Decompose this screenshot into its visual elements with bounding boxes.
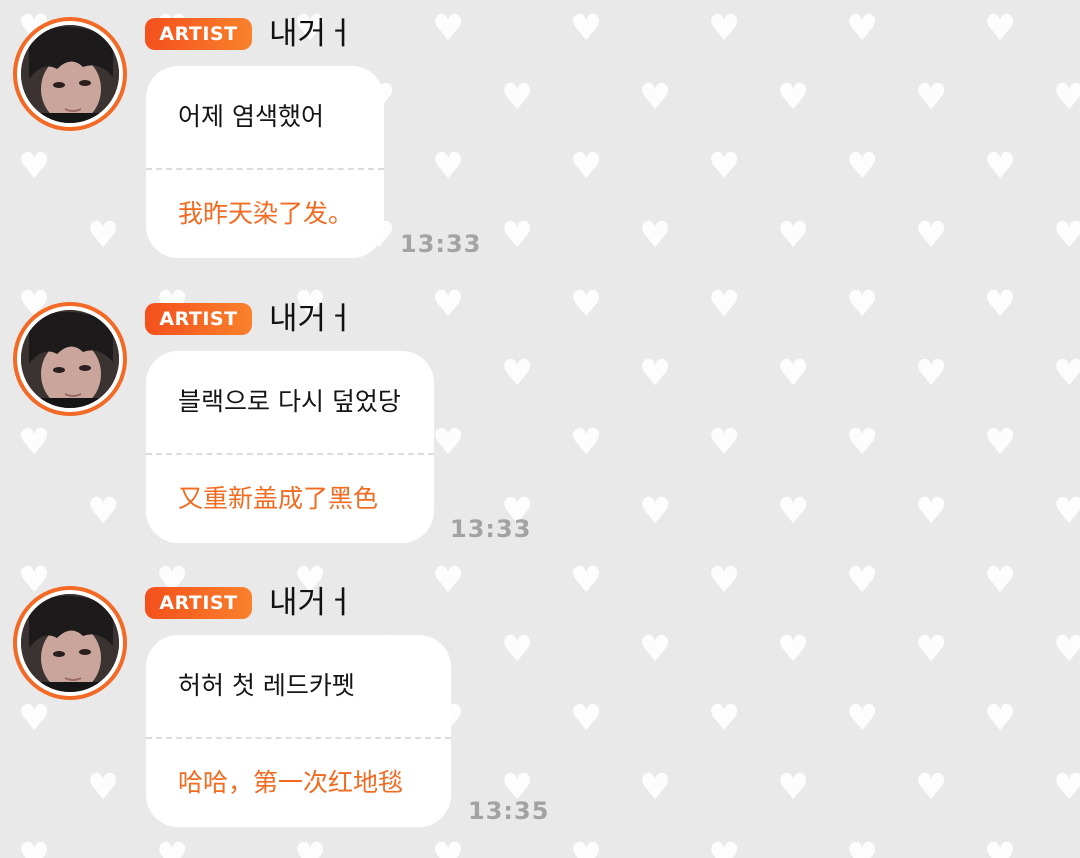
translation-divider	[146, 168, 384, 170]
translation-divider	[146, 737, 451, 739]
message-text: 허허 첫 레드카펫	[178, 671, 355, 700]
chat-message: ARTIST 내거ㅓ 블랙으로 다시 덮었당 又重新盖成了黑色 13:33	[0, 285, 1080, 555]
message-text: 어제 염색했어	[178, 102, 324, 131]
message-bubble[interactable]: 어제 염색했어 我昨天染了发。	[146, 66, 384, 258]
artist-avatar[interactable]	[13, 17, 127, 131]
translation-text: 又重新盖成了黑色	[178, 484, 379, 513]
artist-badge: ARTIST	[145, 303, 252, 335]
message-timestamp: 13:33	[400, 230, 482, 258]
profile-photo	[21, 310, 119, 408]
message-timestamp: 13:35	[468, 797, 550, 825]
artist-badge: ARTIST	[145, 18, 252, 50]
artist-badge: ARTIST	[145, 587, 252, 619]
translation-text: 哈哈，第一次红地毯	[178, 768, 404, 797]
translation-divider	[146, 453, 434, 455]
chat-message: ARTIST 내거ㅓ 어제 염색했어 我昨天染了发。 13:33	[0, 0, 1080, 270]
translation-text: 我昨天染了发。	[178, 199, 354, 228]
artist-avatar[interactable]	[13, 586, 127, 700]
artist-avatar[interactable]	[13, 302, 127, 416]
message-bubble[interactable]: 블랙으로 다시 덮었당 又重新盖成了黑色	[146, 351, 434, 543]
message-text: 블랙으로 다시 덮었당	[178, 387, 401, 416]
profile-photo	[21, 25, 119, 123]
message-timestamp: 13:33	[450, 515, 532, 543]
sender-name: 내거ㅓ	[269, 585, 355, 621]
sender-name: 내거ㅓ	[269, 301, 355, 337]
message-bubble[interactable]: 허허 첫 레드카펫 哈哈，第一次红地毯	[146, 635, 451, 827]
sender-name: 내거ㅓ	[269, 16, 355, 52]
profile-photo	[21, 594, 119, 692]
chat-message: ARTIST 내거ㅓ 허허 첫 레드카펫 哈哈，第一次红地毯 13:35	[0, 569, 1080, 839]
